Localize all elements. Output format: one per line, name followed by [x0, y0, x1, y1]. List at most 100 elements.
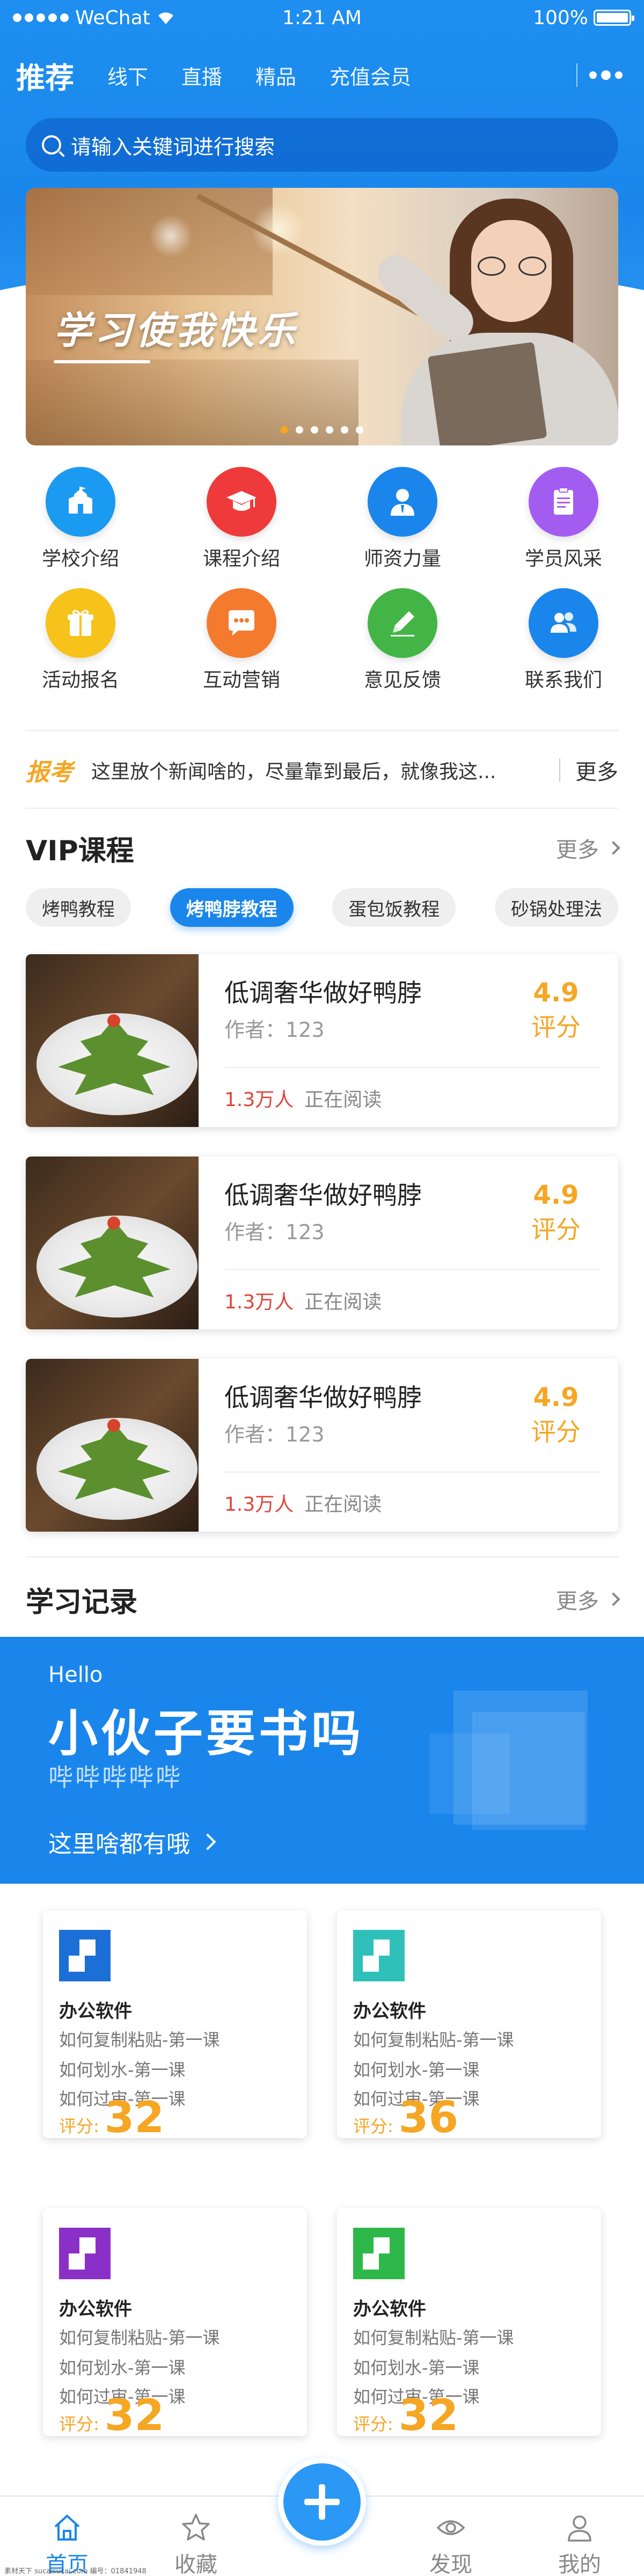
- promo-banner[interactable]: Hello 小伙子要书吗 哔哔哔哔哔 这里啥都有哦: [0, 1637, 644, 1884]
- chip-roast-duck[interactable]: 烤鸭教程: [26, 888, 131, 927]
- grid-label: 意见反馈: [363, 669, 441, 691]
- eye-icon: [436, 2520, 465, 2535]
- more-label: 更多: [556, 1589, 599, 1614]
- course-card[interactable]: 低调奢华做好鸭脖 作者：123 1.3万人 正在阅读 4.9 评分: [26, 1359, 618, 1532]
- search-input[interactable]: 请输入关键词进行搜索: [26, 118, 618, 172]
- course-card[interactable]: 低调奢华做好鸭脖 作者：123 1.3万人 正在阅读 4.9 评分: [26, 1157, 618, 1329]
- decor-square: [472, 1712, 585, 1830]
- office-software-icon: [59, 2228, 111, 2279]
- banner[interactable]: 学习使我快乐: [26, 188, 618, 445]
- course-readers: 1.3万人 正在阅读: [224, 1286, 382, 1314]
- score-label: 评分:: [59, 2414, 99, 2434]
- grid-item-events[interactable]: 活动报名: [0, 588, 161, 692]
- rating-label: 评分: [531, 1417, 581, 1446]
- add-button[interactable]: [278, 2458, 366, 2546]
- tab-offline[interactable]: 线下: [107, 61, 148, 90]
- tab-home[interactable]: 首页: [30, 2513, 105, 2576]
- card-score: 评分: 36: [353, 2096, 458, 2139]
- tab-premium[interactable]: 精品: [255, 61, 296, 90]
- reading-label: 正在阅读: [304, 1494, 382, 1516]
- graduation-cap-icon: [207, 467, 276, 537]
- star-icon: [182, 2514, 210, 2541]
- grid-item-teachers[interactable]: 师资力量: [322, 467, 483, 571]
- news-more-link[interactable]: 更多: [575, 755, 618, 786]
- pagination-dot[interactable]: [311, 426, 318, 434]
- grid-item-students[interactable]: 学员风采: [483, 467, 644, 571]
- record-card[interactable]: 办公软件 如何复制粘贴-第一课 如何划水-第一课 如何过审-第一课 评分: 32: [43, 2208, 307, 2437]
- user-icon: [568, 2515, 591, 2542]
- watermark: 素材天下 sucaisucai.com 编号：01841948: [4, 2567, 147, 2575]
- score-value: 32: [104, 2390, 165, 2440]
- tab-vip-recharge[interactable]: 充值会员: [330, 61, 411, 90]
- records-section-title: 学习记录: [26, 1586, 138, 1619]
- chip-casserole[interactable]: 砂锅处理法: [494, 888, 618, 927]
- status-bar: WeChat 1:21 AM 100%: [0, 0, 644, 35]
- course-rating: 4.9 评分: [531, 978, 581, 1043]
- promo-subtitle: 哔哔哔哔哔: [48, 1763, 182, 1792]
- status-time: 1:21 AM: [282, 6, 362, 29]
- records-more-link[interactable]: 更多: [556, 1584, 620, 1615]
- more-dots-icon[interactable]: [589, 70, 623, 80]
- banner-title: 学习使我快乐: [54, 301, 298, 363]
- score-value: 32: [398, 2390, 459, 2440]
- pagination-dot[interactable]: [341, 426, 348, 434]
- news-text: 这里放个新闻啥的，尽量靠到最后，就像我这...: [91, 761, 496, 783]
- course-rating: 4.9 评分: [531, 1382, 581, 1448]
- vip-category-chips: 烤鸭教程 烤鸭脖教程 蛋包饭教程 砂锅处理法: [26, 888, 618, 927]
- grid-item-feedback[interactable]: 意见反馈: [322, 588, 483, 692]
- vip-section-header: VIP课程 更多: [26, 826, 620, 869]
- grid-item-contact[interactable]: 联系我们: [483, 588, 644, 692]
- status-left: WeChat: [13, 7, 228, 29]
- pagination-dot[interactable]: [281, 426, 288, 434]
- nav-divider: [576, 63, 577, 87]
- nav-more: [576, 58, 623, 92]
- course-card[interactable]: 低调奢华做好鸭脖 作者：123 1.3万人 正在阅读 4.9 评分: [26, 954, 618, 1127]
- teacher-icon: [368, 467, 437, 537]
- grid-item-courses[interactable]: 课程介绍: [161, 467, 322, 571]
- course-author: 作者：123: [224, 1423, 325, 1446]
- card-lesson: 如何复制粘贴-第一课: [59, 2328, 220, 2348]
- tab-recommend[interactable]: 推荐: [16, 54, 74, 97]
- pagination-dot[interactable]: [326, 426, 333, 434]
- card-lesson: 如何划水-第一课: [59, 2358, 186, 2378]
- tab-discover[interactable]: 发现: [413, 2513, 488, 2576]
- status-right: 100%: [416, 7, 634, 29]
- card-lesson: 如何划水-第一课: [59, 2060, 186, 2080]
- reading-label: 正在阅读: [304, 1291, 382, 1313]
- news-ticker[interactable]: 报考 这里放个新闻啥的，尽量靠到最后，就像我这... 更多: [26, 746, 618, 794]
- course-thumbnail: [26, 1359, 199, 1532]
- score-value: 36: [398, 2092, 459, 2142]
- pagination-dot[interactable]: [356, 426, 363, 434]
- reader-count: 1.3万人: [224, 1494, 294, 1516]
- promo-title: 小伙子要书吗: [48, 1705, 364, 1762]
- news-divider: [559, 758, 560, 782]
- glasses-icon: [478, 257, 546, 276]
- chat-bubble-icon: [207, 588, 276, 658]
- gift-icon: [46, 588, 115, 658]
- search-icon: [42, 135, 61, 155]
- rating-value: 4.9: [533, 1180, 579, 1210]
- record-card[interactable]: 办公软件 如何复制粘贴-第一课 如何划水-第一课 如何过审-第一课 评分: 32: [337, 2208, 601, 2440]
- promo-link[interactable]: 这里啥都有哦: [48, 1825, 216, 1859]
- chip-omelette-rice[interactable]: 蛋包饭教程: [332, 888, 456, 927]
- vip-more-link[interactable]: 更多: [556, 832, 620, 863]
- rating-label: 评分: [531, 1215, 581, 1244]
- school-icon: [46, 467, 115, 537]
- course-readers: 1.3万人 正在阅读: [224, 1084, 382, 1112]
- search-placeholder: 请输入关键词进行搜索: [71, 135, 275, 159]
- tab-profile[interactable]: 我的: [542, 2513, 617, 2576]
- chevron-right-icon: [606, 841, 620, 855]
- grid-item-school[interactable]: 学校介绍: [0, 467, 161, 571]
- record-card[interactable]: 办公软件 如何复制粘贴-第一课 如何划水-第一课 如何过审-第一课 评分: 36: [337, 1911, 601, 2139]
- grid-item-marketing[interactable]: 互动营销: [161, 588, 322, 692]
- card-lesson: 如何复制粘贴-第一课: [353, 2030, 514, 2050]
- chip-duck-neck[interactable]: 烤鸭脖教程: [170, 888, 294, 927]
- pagination-dot[interactable]: [296, 426, 303, 434]
- course-title: 低调奢华做好鸭脖: [224, 978, 422, 1007]
- reader-count: 1.3万人: [224, 1291, 294, 1313]
- record-card[interactable]: 办公软件 如何复制粘贴-第一课 如何划水-第一课 如何过审-第一课 评分: 32: [43, 1911, 307, 2139]
- card-score: 评分: 32: [59, 2394, 164, 2437]
- tab-live[interactable]: 直播: [181, 61, 222, 90]
- tab-favorites[interactable]: 收藏: [158, 2513, 233, 2576]
- course-author: 作者：123: [224, 1220, 325, 1244]
